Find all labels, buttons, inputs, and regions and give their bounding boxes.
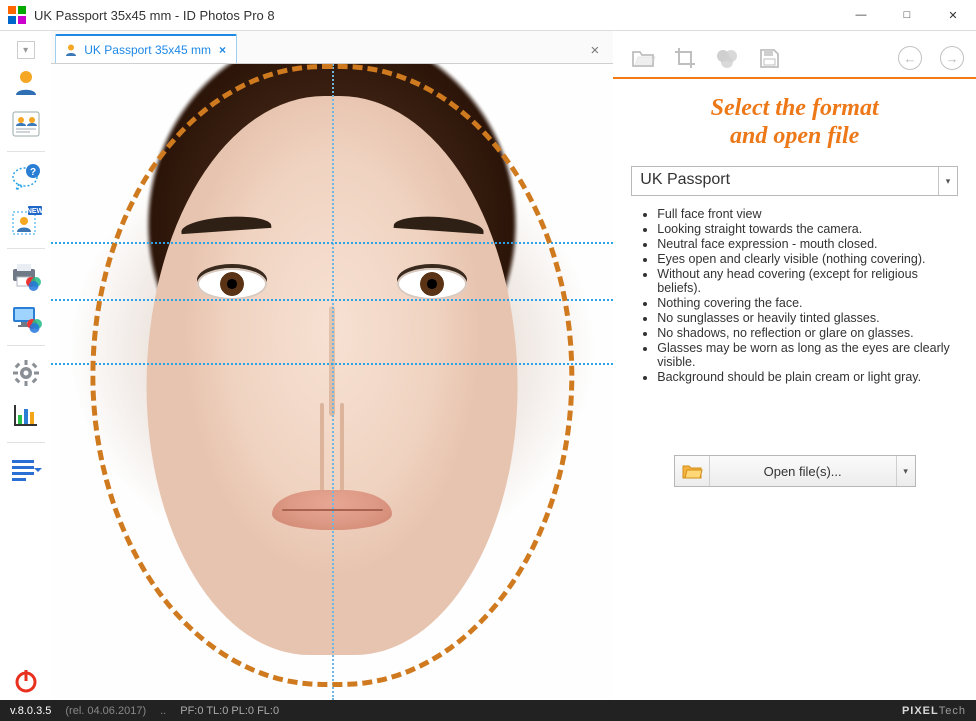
requirement-item: Full face front view: [657, 207, 958, 221]
sidebar-photo-new-button[interactable]: NEW: [6, 202, 46, 240]
toolbar-color-button[interactable]: [715, 47, 739, 69]
requirement-item: No shadows, no reflection or glare on gl…: [657, 326, 958, 340]
center-column: UK Passport 35x45 mm × ×: [51, 31, 613, 700]
status-counters: PF:0 TL:0 PL:0 FL:0: [180, 705, 279, 717]
gear-icon: [13, 360, 39, 386]
requirements-list: Full face front viewLooking straight tow…: [643, 206, 958, 385]
chevron-down-icon: ▾: [938, 167, 957, 195]
grid-add-icon[interactable]: ▾: [17, 41, 35, 59]
sidebar-stats-button[interactable]: [6, 396, 46, 434]
sidebar-help-button[interactable]: ?: [6, 160, 46, 198]
blobs-icon: [715, 47, 739, 69]
chevron-down-icon[interactable]: ▾: [896, 456, 915, 486]
right-panel: ← → Select the format and open file UK P…: [613, 31, 976, 700]
requirement-item: Background should be plain cream or ligh…: [657, 370, 958, 384]
toolbar-open-folder-button[interactable]: [631, 47, 655, 69]
window-close-button[interactable]: ✕: [930, 0, 976, 30]
window-minimize-button[interactable]: —: [838, 0, 884, 30]
photo-new-icon: NEW: [10, 206, 42, 236]
crop-icon: [674, 47, 696, 69]
status-bar: v.8.0.3.5 (rel. 04.06.2017) .. PF:0 TL:0…: [0, 700, 976, 721]
tab-label: UK Passport 35x45 mm: [84, 43, 211, 57]
folder-open-icon: [675, 456, 710, 486]
sidebar-person-button[interactable]: [6, 63, 46, 101]
print-color-icon: [11, 263, 41, 289]
toolbar-save-button[interactable]: [757, 47, 781, 69]
photo-grid-icon: [12, 111, 40, 137]
status-dots: ..: [160, 705, 166, 717]
window-maximize-button[interactable]: □: [884, 0, 930, 30]
tab-uk-passport[interactable]: UK Passport 35x45 mm ×: [55, 34, 237, 63]
tabstrip-close-button[interactable]: ×: [585, 38, 606, 63]
svg-text:NEW: NEW: [26, 208, 43, 215]
help-bubble-icon: ?: [11, 166, 41, 192]
power-icon: [13, 668, 39, 694]
requirement-item: Nothing covering the face.: [657, 296, 958, 310]
requirement-item: Without any head covering (except for re…: [657, 267, 958, 295]
person-icon: [12, 68, 40, 96]
folder-open-icon: [631, 48, 655, 68]
sidebar: ▾ ?: [0, 31, 51, 700]
guide-face-oval: [91, 64, 574, 687]
app-icon: [8, 6, 26, 24]
toolbar-crop-button[interactable]: [673, 47, 697, 69]
status-version: v.8.0.3.5: [10, 705, 51, 717]
bar-chart-icon: [13, 403, 39, 427]
tabstrip: UK Passport 35x45 mm × ×: [51, 31, 613, 64]
svg-text:?: ?: [30, 167, 36, 178]
requirement-item: Eyes open and clearly visible (nothing c…: [657, 252, 958, 266]
requirement-item: Looking straight towards the camera.: [657, 222, 958, 236]
window-title: UK Passport 35x45 mm - ID Photos Pro 8: [34, 8, 275, 23]
person-icon: [64, 43, 78, 57]
titlebar: UK Passport 35x45 mm - ID Photos Pro 8 —…: [0, 0, 976, 31]
nav-back-button[interactable]: ←: [898, 46, 922, 70]
save-icon: [758, 47, 780, 69]
sidebar-list-button[interactable]: [6, 451, 46, 489]
nav-forward-button[interactable]: →: [940, 46, 964, 70]
status-brand: PIXELTech: [902, 705, 966, 717]
requirement-item: Neutral face expression - mouth closed.: [657, 237, 958, 251]
photo-canvas[interactable]: [51, 64, 613, 700]
tab-close-button[interactable]: ×: [217, 43, 228, 57]
open-file-button[interactable]: Open file(s)... ▾: [674, 455, 916, 487]
sidebar-settings-button[interactable]: [6, 354, 46, 392]
requirement-item: Glasses may be worn as long as the eyes …: [657, 341, 958, 369]
list-lines-icon: [12, 460, 40, 480]
sidebar-print-button[interactable]: [6, 257, 46, 295]
format-select-value: UK Passport: [632, 167, 938, 195]
monitor-color-icon: [11, 305, 41, 331]
status-release: (rel. 04.06.2017): [65, 705, 146, 717]
sidebar-photo-grid-button[interactable]: [6, 105, 46, 143]
sidebar-power-button[interactable]: [6, 662, 46, 700]
right-toolbar: ← →: [613, 39, 976, 79]
open-file-label: Open file(s)...: [710, 456, 896, 486]
sidebar-display-button[interactable]: [6, 299, 46, 337]
format-select[interactable]: UK Passport ▾: [631, 166, 958, 196]
requirement-item: No sunglasses or heavily tinted glasses.: [657, 311, 958, 325]
panel-heading: Select the format and open file: [613, 95, 976, 150]
